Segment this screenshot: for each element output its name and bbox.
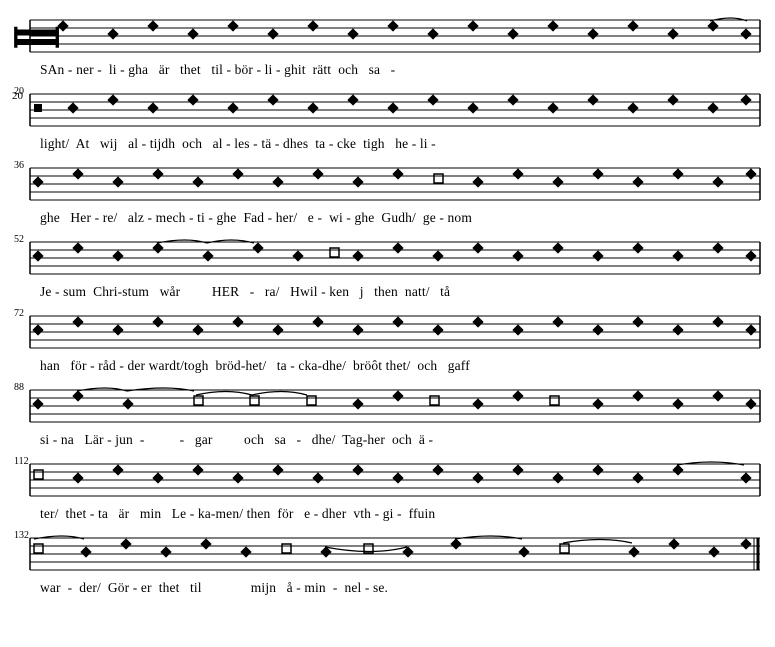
staff-area-1: 𝇡 𝇋: [12, 8, 763, 60]
lyric-text-3: ghe Her - re/ alz - mech - ti - ghe Fad …: [40, 210, 472, 226]
time-sig-1: 𝇋: [36, 21, 42, 43]
line-num-2: 20: [14, 86, 24, 97]
line-num-3: 36: [14, 160, 24, 171]
lyric-text-7: ter/ thet - ta är min Le - ka-men/ then …: [40, 506, 435, 522]
staff-svg-8: 132: [12, 526, 762, 578]
staff-area-7: 112: [12, 452, 763, 504]
system-4: 52: [12, 230, 763, 304]
lyric-text-6: si - na Lär - jun - - gar och sa - dhe/ …: [40, 432, 433, 448]
staff-svg-2: 20: [12, 82, 762, 134]
staff-svg-3: 36: [12, 156, 762, 208]
system-5: 72: [12, 304, 763, 378]
system-8: 132: [12, 526, 763, 600]
system-2: 20 20: [12, 82, 763, 156]
line-num-5: 72: [14, 308, 24, 319]
line-num-6: 88: [14, 382, 24, 393]
line-num-4: 52: [14, 234, 24, 245]
lyrics-1: SAn - ner - li - gha är thet til - bör -…: [12, 60, 763, 82]
lyrics-8: war - der/ Gör - er thet til mijn å - mi…: [12, 578, 763, 600]
system-1: 𝇡 𝇋: [12, 8, 763, 82]
score-container: 𝇡 𝇋: [0, 0, 775, 608]
line-num-8: 132: [14, 530, 29, 541]
lyrics-5: han för - råd - der wardt/togh bröd-het/…: [12, 356, 763, 378]
staff-area-2: 20: [12, 82, 763, 134]
lyrics-7: ter/ thet - ta är min Le - ka-men/ then …: [12, 504, 763, 526]
staff-area-6: 88: [12, 378, 763, 430]
system-6: 88: [12, 378, 763, 452]
lyric-text-2: light/ At wij al - tijdh och al - les - …: [40, 136, 436, 152]
staff-svg-1: 𝇡 𝇋: [12, 8, 762, 60]
staff-area-5: 72: [12, 304, 763, 356]
staff-area-4: 52: [12, 230, 763, 282]
staff-svg-6: 88: [12, 378, 762, 430]
staff-area-3: 36: [12, 156, 763, 208]
lyrics-4: Je - sum Chri-stum wår HER - ra/ Hwil - …: [12, 282, 763, 304]
staff-area-8: 132: [12, 526, 763, 578]
lyric-text-8: war - der/ Gör - er thet til mijn å - mi…: [40, 580, 388, 596]
lyric-text-5: han för - råd - der wardt/togh bröd-het/…: [40, 358, 470, 374]
staff-svg-5: 72: [12, 304, 762, 356]
lyrics-2: light/ At wij al - tijdh och al - les - …: [12, 134, 763, 156]
system-7: 112: [12, 452, 763, 526]
line-num-7: 112: [14, 456, 29, 467]
lyric-text-1: SAn - ner - li - gha är thet til - bör -…: [40, 62, 395, 78]
staff-svg-7: 112: [12, 452, 762, 504]
staff-svg-4: 52: [12, 230, 762, 282]
lyric-text-4: Je - sum Chri-stum wår HER - ra/ Hwil - …: [40, 284, 450, 300]
system-3: 36: [12, 156, 763, 230]
lyrics-6: si - na Lär - jun - - gar och sa - dhe/ …: [12, 430, 763, 452]
lyrics-3: ghe Her - re/ alz - mech - ti - ghe Fad …: [12, 208, 763, 230]
